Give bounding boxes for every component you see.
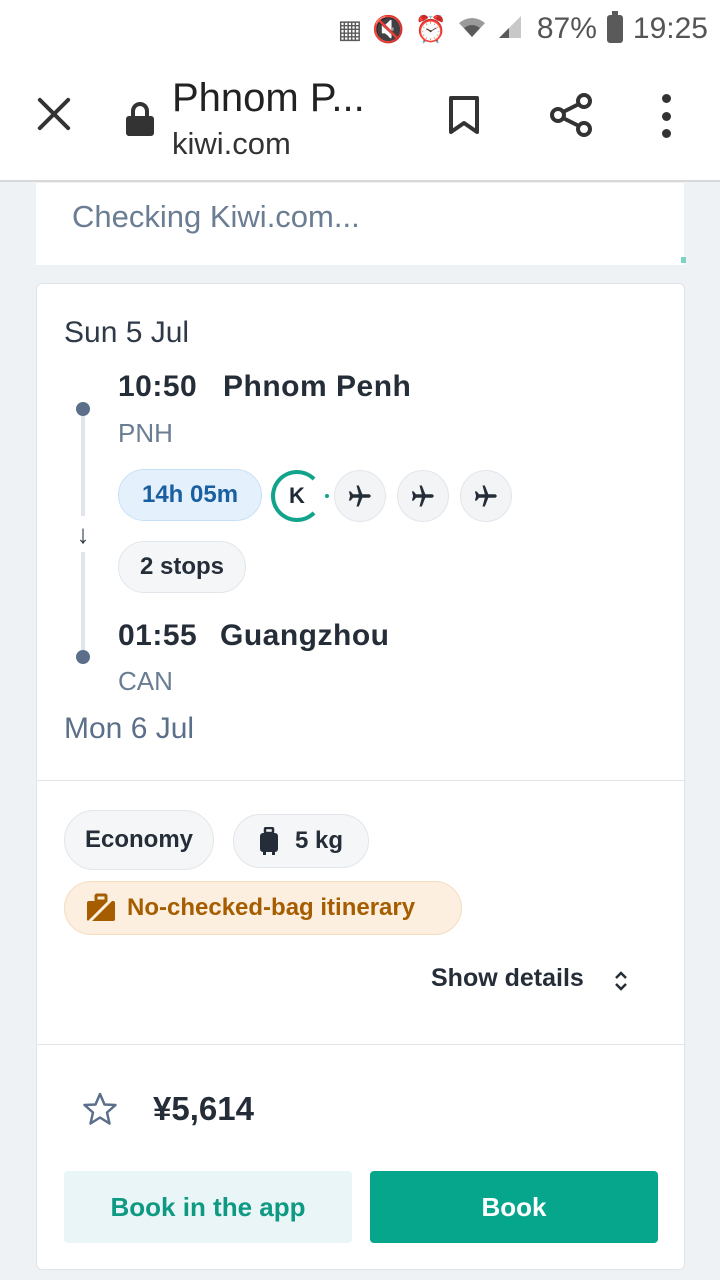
baggage-weight: 5 kg [294,827,344,854]
bookmark-icon[interactable] [448,95,480,135]
book-in-app-button[interactable]: Book in the app [64,1171,352,1243]
price: ¥5,614 [153,1090,254,1127]
arrival-city: Guangzhou [220,619,390,652]
page-title[interactable]: Phnom P... [172,76,365,121]
kiwi-logo-icon: K [271,470,323,522]
no-checked-bag-badge: No-checked-bag itinerary [64,881,462,935]
cabin-class-badge: Economy [64,810,214,870]
close-icon[interactable] [34,94,74,134]
divider [37,1044,684,1045]
battery-percent: 87% [536,12,597,45]
lock-icon[interactable] [126,102,154,136]
baggage-badge: 5 kg [233,814,369,868]
progress-indicator [681,257,686,263]
departure-time: 10:50 [118,370,198,403]
page-url[interactable]: kiwi.com [172,126,291,162]
departure-code: PNH [118,418,173,448]
vibrate-icon: 🔇 [372,14,405,44]
show-details-link[interactable]: Show details [431,964,584,993]
no-bag-icon [87,893,117,923]
luggage-icon [259,827,278,855]
airplane-icon [334,470,386,522]
checking-text: Checking Kiwi.com... [72,199,360,234]
departure-date: Sun 5 Jul [64,316,190,349]
status-bar: ▦ 🔇 ⏰ 87% 19:25 [0,0,720,58]
overflow-menu-icon[interactable] [656,94,676,138]
star-icon[interactable] [83,1092,117,1126]
stops-badge[interactable]: 2 stops [118,541,246,593]
airplane-icon [460,470,512,522]
departure-city: Phnom Penh [223,370,412,403]
clock: 19:25 [632,12,708,45]
duration-badge: 14h 05m [118,469,262,521]
divider [37,780,684,781]
arrival-time: 01:55 [118,619,198,652]
arrival-code: CAN [118,666,173,696]
departure-dot [76,402,90,416]
nfc-icon: ▦ [337,14,363,44]
battery-icon [606,11,623,43]
arrival-dot [76,650,90,664]
expand-chevrons-icon[interactable] [613,968,629,994]
book-button[interactable]: Book [370,1171,658,1243]
checking-banner: Checking Kiwi.com... [36,183,686,265]
airplane-icon [397,470,449,522]
signal-icon [497,14,523,44]
arrow-down-icon: ↓ [71,516,95,552]
no-checked-bag-label: No-checked-bag itinerary [127,894,416,921]
wifi-icon [457,15,487,43]
alarm-icon: ⏰ [414,14,447,44]
browser-toolbar: Phnom P... kiwi.com [0,58,720,182]
share-icon[interactable] [548,92,594,138]
logo-dot [325,494,329,498]
arrival-date: Mon 6 Jul [64,712,195,745]
flight-result-card[interactable]: Sun 5 Jul ↓ 10:50 Phnom Penh PNH 14h 05m… [36,283,685,1270]
